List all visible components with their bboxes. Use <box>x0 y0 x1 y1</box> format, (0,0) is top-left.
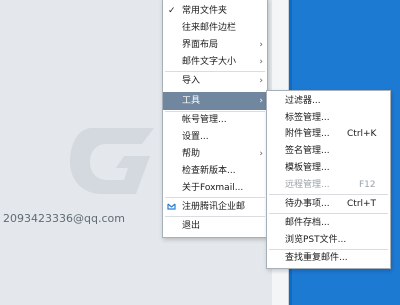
foxmail-watermark-logo <box>70 128 154 194</box>
submenu-item-remote-manage: 远程管理... F12 <box>285 180 376 190</box>
menu-separator <box>165 71 265 72</box>
chevron-right-icon: › <box>259 57 263 67</box>
menu-item-correspondence-sidebar[interactable]: 往来邮件边栏 <box>163 20 267 36</box>
menu-item-import[interactable]: 导入 › <box>163 73 267 89</box>
menu-item-help[interactable]: 帮助 › <box>163 146 267 162</box>
menu-item-tools[interactable]: 工具 › <box>163 92 267 110</box>
submenu-item-todo[interactable]: 待办事项... Ctrl+T <box>267 196 390 212</box>
tools-submenu: 过滤器... 标签管理... 附件管理... Ctrl+K 签名管理... 模板… <box>266 90 391 269</box>
submenu-item-tags[interactable]: 标签管理... <box>267 110 390 126</box>
chevron-right-icon: › <box>259 76 263 86</box>
menu-item-exit[interactable]: 退出 <box>163 218 267 234</box>
check-icon: ✓ <box>168 6 176 16</box>
submenu-item-signatures[interactable]: 签名管理... <box>267 143 390 159</box>
menu-item-settings[interactable]: 设置... <box>163 129 267 145</box>
submenu-item-attachments[interactable]: 附件管理... Ctrl+K <box>267 126 390 142</box>
menu-item-about[interactable]: 关于Foxmail... <box>163 180 267 196</box>
main-menu: ✓ 常用文件夹 往来邮件边栏 界面布局 › 邮件文字大小 › 导入 › 工具 ›… <box>162 0 268 238</box>
menu-item-account-manage[interactable]: 帐号管理... <box>163 112 267 128</box>
chevron-right-icon: › <box>259 96 263 106</box>
submenu-item-templates[interactable]: 模板管理... <box>267 160 390 176</box>
menu-item-common-folders[interactable]: ✓ 常用文件夹 <box>163 3 267 19</box>
chevron-right-icon: › <box>259 149 263 159</box>
submenu-item-archive[interactable]: 邮件存档... <box>267 215 390 231</box>
menu-separator <box>269 194 388 195</box>
submenu-item-browse-pst[interactable]: 浏览PST文件... <box>267 232 390 248</box>
qq-exmail-icon <box>167 203 176 210</box>
account-email: 2093423336@qq.com <box>3 212 125 225</box>
submenu-item-filters[interactable]: 过滤器... <box>267 93 390 109</box>
menu-item-font-size[interactable]: 邮件文字大小 › <box>163 54 267 70</box>
menu-item-check-updates[interactable]: 检查新版本... <box>163 163 267 179</box>
chevron-right-icon: › <box>259 40 263 50</box>
submenu-item-find-duplicates[interactable]: 查找重复邮件... <box>267 250 390 266</box>
menu-separator <box>165 197 265 198</box>
menu-separator <box>269 213 388 214</box>
menu-item-layout[interactable]: 界面布局 › <box>163 37 267 53</box>
menu-item-register-exmail[interactable]: 注册腾讯企业邮 <box>163 199 267 215</box>
menu-separator <box>165 216 265 217</box>
